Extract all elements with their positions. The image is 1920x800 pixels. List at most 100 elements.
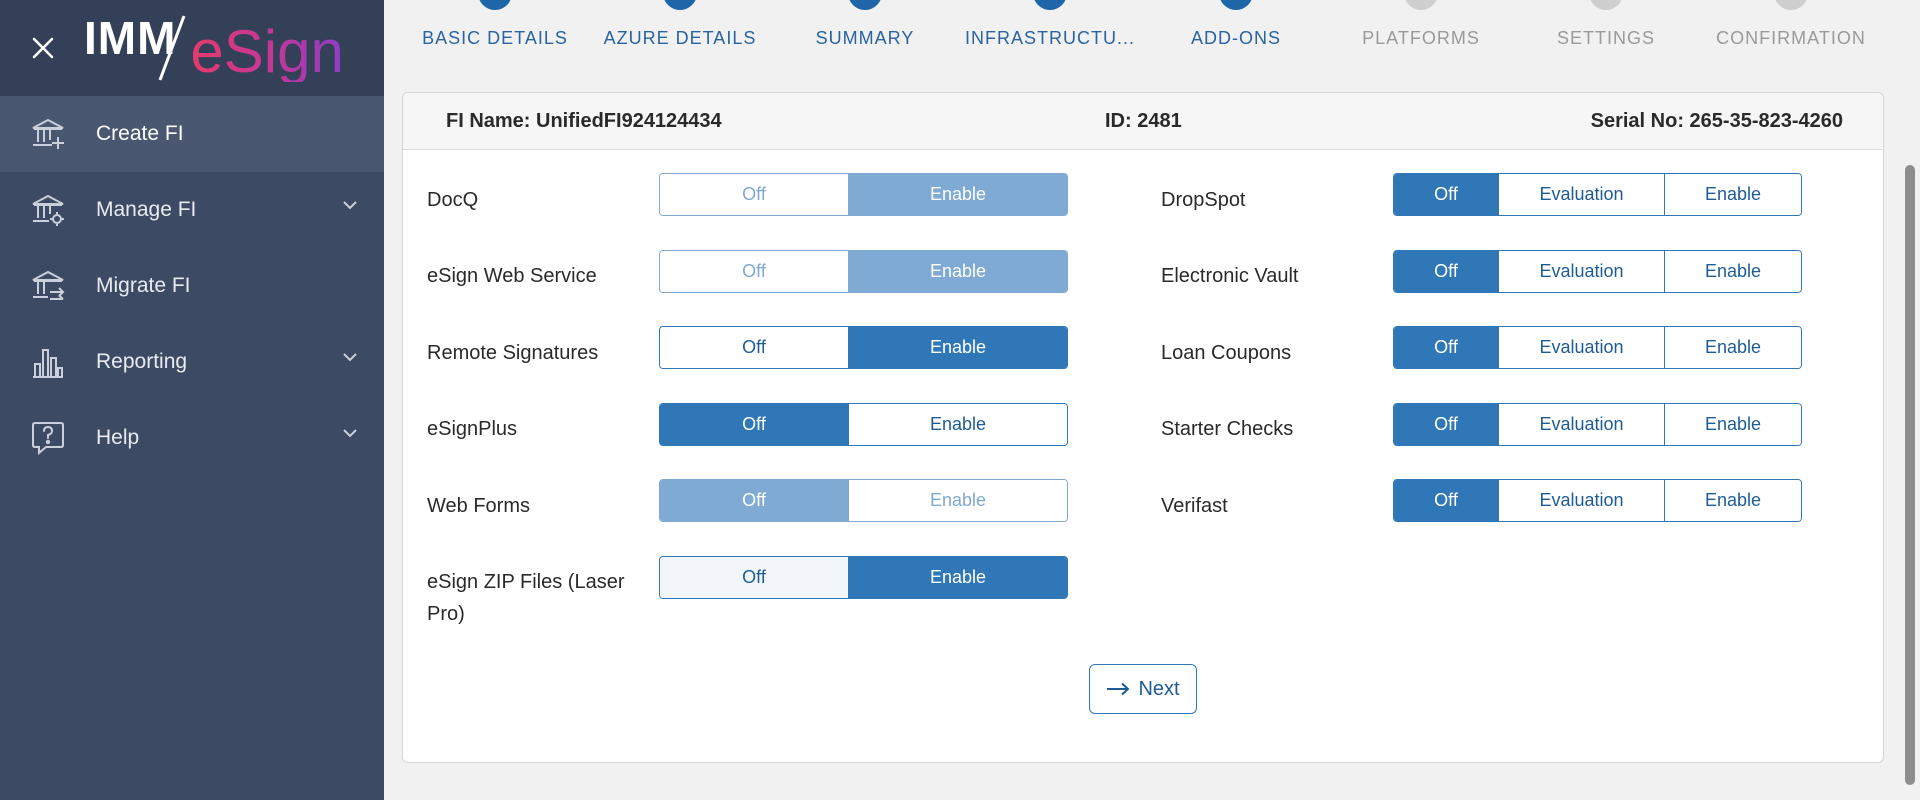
remote-signatures-enable-option[interactable]: Enable: [848, 327, 1067, 368]
remote-signatures-off-option[interactable]: Off: [660, 327, 848, 368]
chevron-down-icon: [343, 429, 357, 438]
web-forms-off-option: Off: [660, 480, 848, 521]
esignplus-off-option[interactable]: Off: [660, 404, 848, 445]
loan-coupons-evaluation-option[interactable]: Evaluation: [1498, 327, 1664, 368]
electronic-vault-toggle: Off Evaluation Enable: [1393, 250, 1802, 293]
bank-migrate-icon: [28, 266, 68, 306]
step-dot: [663, 0, 697, 10]
close-menu-button[interactable]: [28, 33, 58, 63]
sidebar-item-manage-fi[interactable]: Manage FI: [0, 172, 384, 248]
sidebar-item-migrate-fi[interactable]: Migrate FI: [0, 248, 384, 324]
verifast-enable-option[interactable]: Enable: [1664, 480, 1801, 521]
arrow-right-icon: [1106, 682, 1130, 696]
starter-checks-off-option[interactable]: Off: [1394, 404, 1498, 445]
addon-label-web-forms: Web Forms: [427, 495, 530, 517]
esign-web-service-toggle: Off Enable: [659, 250, 1068, 293]
web-forms-enable-option: Enable: [848, 480, 1067, 521]
bank-settings-icon: [28, 190, 68, 230]
esign-zip-files-enable-option[interactable]: Enable: [848, 557, 1067, 598]
step-dot: [1219, 0, 1253, 10]
starter-checks-enable-option[interactable]: Enable: [1664, 404, 1801, 445]
step-label: SUMMARY: [815, 28, 915, 48]
chevron-down-icon: [343, 201, 357, 210]
step-label: ADD-ONS: [1190, 28, 1281, 48]
addon-label-starter-checks: Starter Checks: [1161, 418, 1294, 440]
addon-label-esign-zip-files: eSign ZIP Files (Laser Pro): [427, 571, 625, 625]
docq-enable-option: Enable: [848, 174, 1067, 215]
logo-slash-icon: [158, 15, 186, 81]
add-ons-card: FI Name: UnifiedFI924124434 ID: 2481 Ser…: [402, 92, 1884, 763]
scrollbar-thumb[interactable]: [1905, 165, 1915, 785]
esignplus-toggle: Off Enable: [659, 403, 1068, 446]
esignplus-enable-option[interactable]: Enable: [848, 404, 1067, 445]
docq-off-option: Off: [660, 174, 848, 215]
fi-id: ID: 2481: [1105, 110, 1182, 132]
logo-text-esign: eSign: [190, 18, 344, 85]
fi-name: FI Name: UnifiedFI924124434: [446, 110, 722, 132]
bar-chart-icon: [28, 342, 68, 382]
step-dot: [478, 0, 512, 10]
fi-summary-header: FI Name: UnifiedFI924124434 ID: 2481 Ser…: [403, 93, 1883, 150]
sidebar-item-label: Migrate FI: [96, 274, 191, 297]
dropspot-evaluation-option[interactable]: Evaluation: [1498, 174, 1664, 215]
step-label: AZURE DETAILS: [603, 28, 757, 48]
addon-label-electronic-vault: Electronic Vault: [1161, 265, 1299, 287]
web-forms-toggle: Off Enable: [659, 479, 1068, 522]
remote-signatures-toggle: Off Enable: [659, 326, 1068, 369]
verifast-evaluation-option[interactable]: Evaluation: [1498, 480, 1664, 521]
dropspot-toggle: Off Evaluation Enable: [1393, 173, 1802, 216]
esign-web-service-off-option: Off: [660, 251, 848, 292]
imm-esign-logo: IMM eSign: [84, 8, 344, 88]
addon-label-remote-signatures: Remote Signatures: [427, 342, 599, 364]
step-label: BASIC DETAILS: [422, 28, 568, 48]
chevron-down-icon: [343, 353, 357, 362]
step-label: CONFIRMATION: [1716, 28, 1866, 48]
addon-label-loan-coupons: Loan Coupons: [1161, 342, 1292, 364]
next-button-label: Next: [1138, 677, 1180, 700]
step-dot: [1033, 0, 1067, 10]
close-icon: [32, 37, 54, 59]
help-bubble-icon: [28, 418, 68, 458]
sidebar-item-create-fi[interactable]: Create FI: [0, 96, 384, 172]
loan-coupons-enable-option[interactable]: Enable: [1664, 327, 1801, 368]
step-dot: [848, 0, 882, 10]
bank-add-icon: [28, 114, 68, 154]
sidebar-item-label: Reporting: [96, 350, 188, 373]
sidebar-item-label: Manage FI: [96, 198, 197, 221]
docq-toggle: Off Enable: [659, 173, 1068, 216]
step-dot: [1774, 0, 1808, 10]
step-dot: [1404, 0, 1438, 10]
page-scrollbar[interactable]: [1900, 0, 1920, 800]
verifast-off-option[interactable]: Off: [1394, 480, 1498, 521]
addon-label-esignplus: eSignPlus: [427, 418, 518, 440]
sidebar-item-reporting[interactable]: Reporting: [0, 324, 384, 400]
loan-coupons-toggle: Off Evaluation Enable: [1393, 326, 1802, 369]
brand-bar: IMM eSign: [0, 0, 384, 96]
starter-checks-evaluation-option[interactable]: Evaluation: [1498, 404, 1664, 445]
loan-coupons-off-option[interactable]: Off: [1394, 327, 1498, 368]
fi-serial-number: Serial No: 265-35-823-4260: [1590, 110, 1843, 132]
wizard-stepper: BASIC DETAILS AZURE DETAILS SUMMARY INFR…: [384, 0, 1894, 72]
sidebar: IMM eSign Create FI Manage FI Migrate FI…: [0, 0, 384, 800]
addon-label-docq: DocQ: [427, 189, 479, 211]
starter-checks-toggle: Off Evaluation Enable: [1393, 403, 1802, 446]
step-dot: [1589, 0, 1623, 10]
sidebar-item-help[interactable]: Help: [0, 400, 384, 476]
step-label: PLATFORMS: [1362, 28, 1480, 48]
dropspot-enable-option[interactable]: Enable: [1664, 174, 1801, 215]
verifast-toggle: Off Evaluation Enable: [1393, 479, 1802, 522]
addon-label-esign-web-service: eSign Web Service: [427, 265, 597, 287]
sidebar-item-label: Create FI: [96, 122, 184, 145]
esign-zip-files-toggle: Off Enable: [659, 556, 1068, 599]
dropspot-off-option[interactable]: Off: [1394, 174, 1498, 215]
step-label: INFRASTRUCTU...: [965, 28, 1135, 48]
step-label: SETTINGS: [1556, 28, 1655, 48]
electronic-vault-enable-option[interactable]: Enable: [1664, 251, 1801, 292]
sidebar-item-label: Help: [96, 426, 140, 449]
esign-web-service-enable-option: Enable: [848, 251, 1067, 292]
electronic-vault-evaluation-option[interactable]: Evaluation: [1498, 251, 1664, 292]
electronic-vault-off-option[interactable]: Off: [1394, 251, 1498, 292]
esign-zip-files-off-option[interactable]: Off: [660, 557, 848, 598]
next-button[interactable]: Next: [1089, 664, 1197, 714]
addon-label-dropspot: DropSpot: [1161, 189, 1246, 211]
